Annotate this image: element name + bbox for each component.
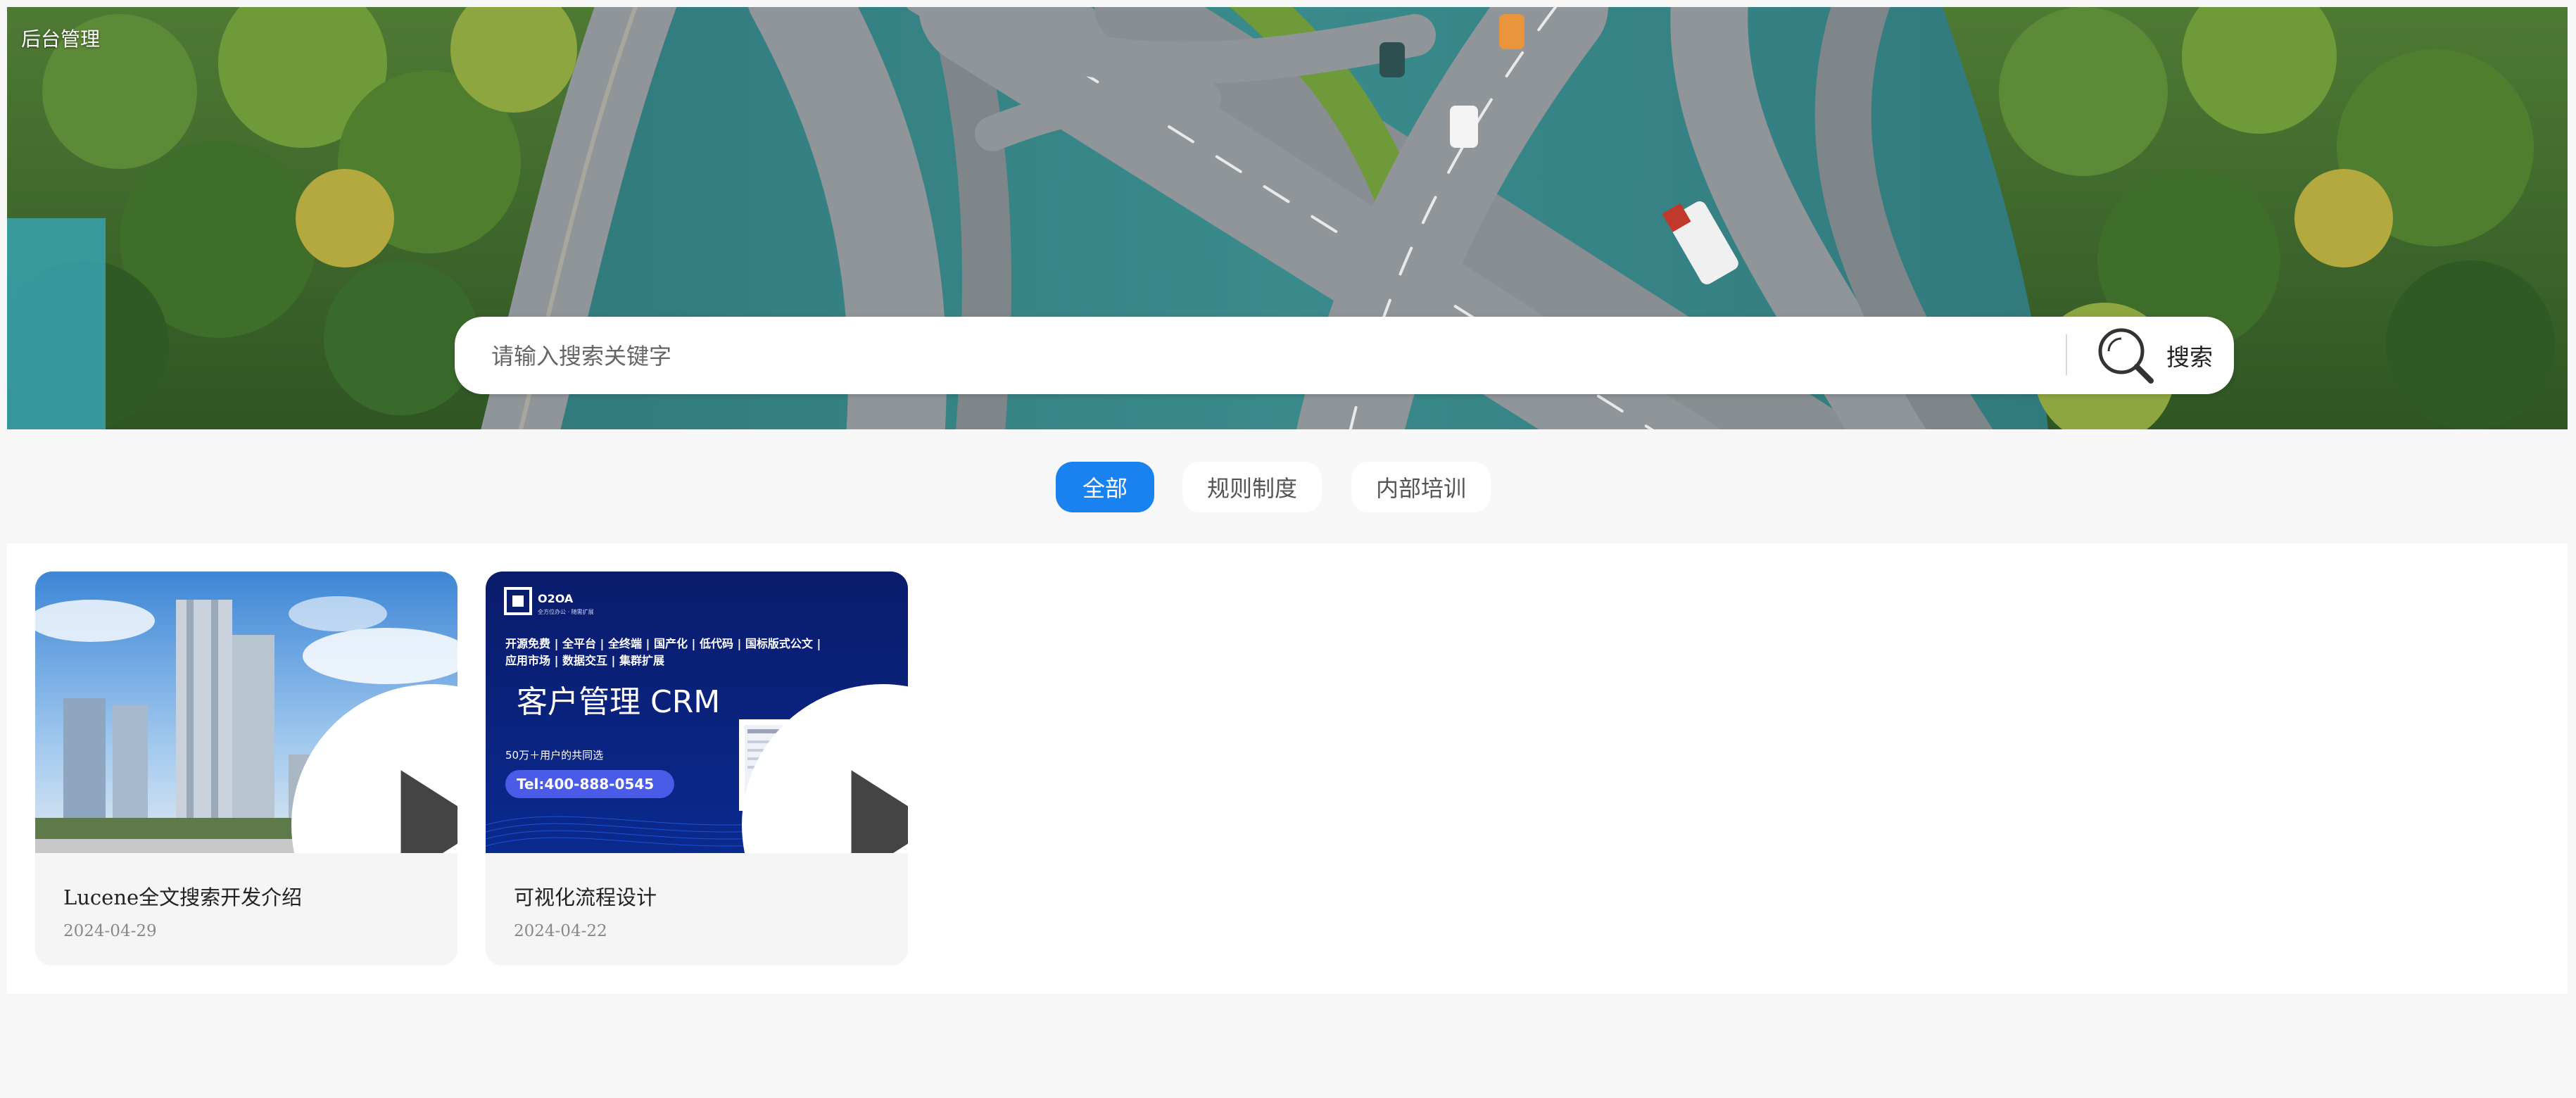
thumb-tel: Tel:400-888-0545 <box>517 776 654 793</box>
hero-banner: 后台管理 搜索 <box>7 7 2568 429</box>
tab-all[interactable]: 全部 <box>1056 462 1154 512</box>
card-title: Lucene全文搜索开发介绍 <box>63 885 303 909</box>
thumb-brand: O2OA <box>538 592 574 605</box>
card-title: 可视化流程设计 <box>514 885 657 909</box>
search-button[interactable]: 搜索 <box>2095 317 2228 394</box>
thumb-features-line1: 开源免费 | 全平台 | 全终端 | 国产化 | 低代码 | 国标版式公文 | <box>505 637 821 651</box>
card-date: 2024-04-29 <box>63 922 157 940</box>
thumb-users: 50万＋用户的共同选 <box>505 749 603 762</box>
tab-training[interactable]: 内部培训 <box>1351 462 1491 512</box>
category-tabs: 全部 规则制度 内部培训 <box>0 462 2576 512</box>
search-button-label: 搜索 <box>2166 343 2213 371</box>
thumb-brand-sub: 全方位办公 · 随需扩展 <box>538 608 594 615</box>
card-date: 2024-04-22 <box>514 922 607 940</box>
video-card[interactable]: O2OA 全方位办公 · 随需扩展 开源免费 | 全平台 | 全终端 | 国产化… <box>486 572 908 966</box>
search-input[interactable] <box>490 332 2111 380</box>
card-thumbnail: O2OA 全方位办公 · 随需扩展 开源免费 | 全平台 | 全终端 | 国产化… <box>486 572 908 853</box>
thumb-features-line2: 应用市场 | 数据交互 | 集群扩展 <box>505 654 665 668</box>
content-panel: Lucene全文搜索开发介绍 2024-04-29 O2OA 全方位办公 · 随… <box>7 543 2568 994</box>
tab-rules[interactable]: 规则制度 <box>1182 462 1322 512</box>
play-icon[interactable] <box>671 684 908 853</box>
video-card[interactable]: Lucene全文搜索开发介绍 2024-04-29 <box>35 572 457 966</box>
play-icon[interactable] <box>221 684 457 853</box>
search-divider <box>2066 334 2067 375</box>
admin-link[interactable]: 后台管理 <box>21 24 100 52</box>
search-bar: 搜索 <box>455 317 2234 394</box>
card-thumbnail <box>35 572 457 853</box>
search-icon <box>2098 328 2154 384</box>
